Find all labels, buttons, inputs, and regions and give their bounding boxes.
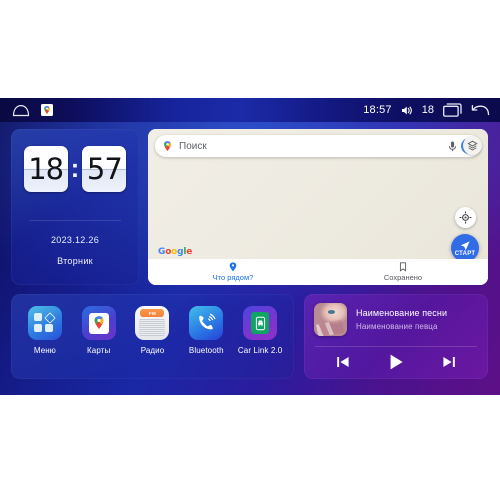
start-navigation-button[interactable]: СТАРТ: [451, 234, 479, 262]
app-grid-icon: [27, 306, 62, 340]
music-controls: [304, 352, 488, 372]
music-artist: Наименование певца: [356, 322, 438, 331]
recent-apps-icon[interactable]: [443, 103, 462, 117]
map-search-bar[interactable]: Поиск: [155, 135, 481, 157]
music-text-block: Наименование песни Наименование певца: [356, 308, 447, 331]
app-label-maps: Карты: [87, 346, 111, 355]
flip-clock: 18 : 57: [11, 146, 139, 192]
clock-widget[interactable]: 18 : 57 2023.12.26 Вторник: [11, 129, 139, 285]
map-bottom-tabs: Что рядом? Сохранено: [148, 259, 488, 285]
app-shortcut-carlink[interactable]: Car Link 2.0: [233, 306, 287, 355]
status-time: 18:57: [363, 104, 392, 116]
back-arrow-icon[interactable]: [471, 103, 490, 117]
album-art: [314, 303, 347, 336]
app-shortcuts-widget: Меню Карты FM Радио Bluetooth Car Link 2…: [11, 294, 294, 379]
my-location-icon[interactable]: [455, 207, 476, 228]
music-divider: [315, 346, 477, 347]
place-pin-icon: [229, 262, 237, 272]
clock-hours-card: 18: [23, 146, 68, 192]
music-title: Наименование песни: [356, 308, 448, 318]
clock-divider: [29, 220, 121, 221]
home-icon[interactable]: [12, 104, 30, 117]
status-bar: 18:57 18: [0, 98, 500, 122]
music-track-info: Наименование песни Наименование певца: [314, 303, 478, 336]
google-logo-e: e: [186, 247, 193, 257]
map-tab-saved[interactable]: Сохранено: [318, 259, 488, 285]
clock-separator: :: [70, 152, 80, 183]
previous-track-icon[interactable]: [335, 354, 351, 370]
map-tab-nearby-label: Что рядом?: [212, 273, 254, 282]
maps-pin-icon: [162, 140, 173, 153]
app-label-bluetooth: Bluetooth: [188, 346, 224, 355]
app-shortcut-radio[interactable]: FM Радио: [126, 306, 180, 355]
app-label-menu: Меню: [33, 346, 56, 355]
google-maps-widget[interactable]: Поиск Google СТАРТ Что рядом? Сохранено: [148, 129, 488, 285]
car-head-unit-home-screen: 18:57 18 18: 57 2023.12.26 Вторник Поис…: [0, 98, 500, 395]
play-icon[interactable]: [386, 352, 406, 372]
app-label-carlink: Car Link 2.0: [237, 346, 283, 355]
map-search-placeholder[interactable]: Поиск: [179, 141, 447, 152]
clock-weekday: Вторник: [57, 256, 93, 266]
app-shortcut-bluetooth[interactable]: Bluetooth: [179, 306, 233, 355]
map-tab-nearby[interactable]: Что рядом?: [148, 259, 318, 285]
app-shortcut-maps[interactable]: Карты: [72, 306, 126, 355]
microphone-icon[interactable]: [447, 140, 458, 153]
maps-pin-icon[interactable]: [41, 104, 53, 116]
car-link-phone-icon: [243, 306, 278, 340]
map-tab-saved-label: Сохранено: [383, 273, 423, 282]
clock-meta: 2023.12.26 Вторник: [11, 220, 139, 266]
speaker-icon[interactable]: [401, 105, 413, 116]
volume-level: 18: [421, 104, 434, 116]
start-label: СТАРТ: [454, 250, 476, 257]
clock-minutes: 57: [86, 151, 123, 186]
app-shortcut-menu[interactable]: Меню: [18, 306, 72, 355]
clock-hours: 18: [28, 151, 64, 186]
fm-radio-icon: FM: [135, 306, 170, 340]
maps-pin-icon: [81, 306, 116, 340]
clock-minutes-card: 57: [82, 146, 127, 192]
bookmark-icon: [399, 262, 407, 272]
google-logo: Google: [158, 247, 192, 257]
app-label-radio: Радио: [140, 346, 165, 355]
layers-icon[interactable]: [463, 136, 482, 155]
bluetooth-phone-icon: [189, 306, 224, 340]
clock-date: 2023.12.26: [50, 235, 100, 245]
next-track-icon[interactable]: [441, 354, 457, 370]
music-player-widget[interactable]: Наименование песни Наименование певца: [304, 294, 488, 379]
